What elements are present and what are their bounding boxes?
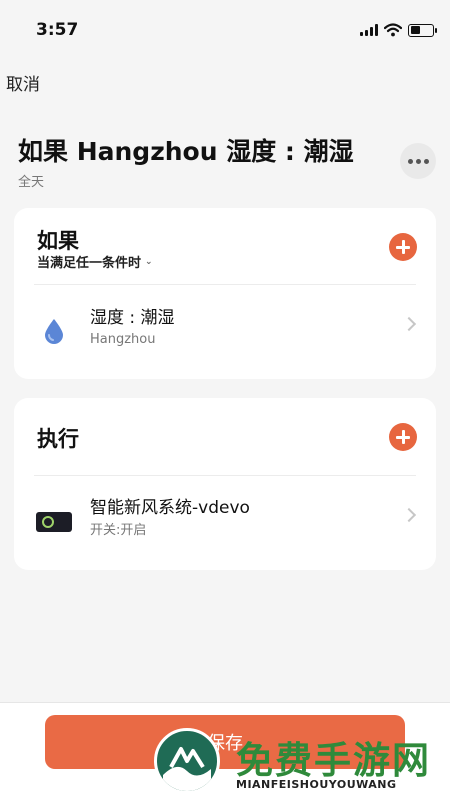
status-time: 3:57 [36, 20, 79, 40]
condition-card: 如果 当满足任一条件时 ⌄ 湿度 : 潮湿 Hangzhou [14, 208, 436, 379]
signal-icon [360, 24, 378, 36]
chevron-right-icon [401, 316, 417, 332]
more-options-button[interactable] [400, 143, 436, 179]
device-icon [36, 504, 72, 540]
action-item-subtitle: 开关:开启 [90, 523, 147, 538]
watermark: 免费手游网 MIANFEISHOUYOUWANG [150, 726, 450, 800]
condition-item-title: 湿度 : 潮湿 [90, 308, 175, 328]
watermark-subtext: MIANFEISHOUYOUWANG [236, 778, 397, 791]
watermark-text: 免费手游网 [236, 739, 431, 782]
condition-mode-selector[interactable]: 当满足任一条件时 ⌄ [37, 252, 153, 271]
condition-item-subtitle: Hangzhou [90, 332, 156, 347]
chevron-down-icon: ⌄ [145, 256, 153, 267]
condition-section-title: 如果 [37, 229, 79, 253]
action-section-title: 执行 [37, 427, 79, 451]
action-item[interactable]: 智能新风系统-vdevo 开关:开启 [14, 476, 436, 566]
cancel-button[interactable]: 取消 [6, 70, 40, 95]
more-dot-icon [423, 158, 429, 164]
action-item-title: 智能新风系统-vdevo [90, 498, 250, 518]
more-dot-icon [415, 158, 421, 164]
chevron-right-icon [401, 507, 417, 523]
wifi-icon [384, 23, 402, 37]
condition-mode-label: 当满足任一条件时 [37, 256, 142, 271]
more-dot-icon [407, 158, 413, 164]
status-bar: 3:57 [0, 0, 450, 62]
add-action-button[interactable] [389, 423, 417, 451]
battery-icon [408, 23, 437, 37]
condition-item[interactable]: 湿度 : 潮湿 Hangzhou [14, 285, 436, 375]
action-card: 执行 智能新风系统-vdevo 开关:开启 [14, 398, 436, 570]
battery-level [410, 26, 420, 34]
page-title: 如果 Hangzhou 湿度 : 潮湿 [18, 137, 354, 166]
status-icons [360, 22, 437, 38]
water-drop-icon [36, 313, 72, 349]
page-subtitle: 全天 [18, 175, 45, 190]
add-condition-button[interactable] [389, 233, 417, 261]
watermark-logo-icon [154, 728, 220, 794]
